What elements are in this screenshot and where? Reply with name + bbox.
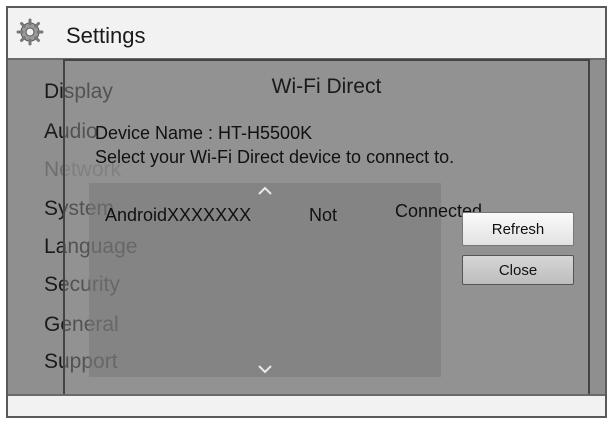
scroll-up-icon[interactable] xyxy=(257,183,273,199)
scroll-down-icon[interactable] xyxy=(257,361,273,377)
page-title: Settings xyxy=(66,23,146,48)
device-status-not: Not xyxy=(309,205,338,225)
refresh-button[interactable]: Refresh xyxy=(462,212,574,246)
bottom-bar xyxy=(8,394,605,416)
instruction-text: Select your Wi-Fi Direct device to conne… xyxy=(95,147,455,167)
device-name-text: Device Name : HT-H5500K xyxy=(95,123,313,143)
settings-window: Settings Display Audio Network System La… xyxy=(6,6,607,418)
title-bar: Settings xyxy=(8,8,605,60)
device-name: AndroidXXXXXXX xyxy=(105,205,252,225)
device-list: AndroidXXXXXXX Not Connected xyxy=(89,183,482,377)
close-button[interactable]: Close xyxy=(462,255,574,285)
dialog-title: Wi-Fi Direct xyxy=(271,75,382,98)
wifi-direct-dialog: Wi-Fi Direct Device Name : HT-H5500K Sel… xyxy=(63,59,590,401)
gear-icon xyxy=(16,18,44,46)
